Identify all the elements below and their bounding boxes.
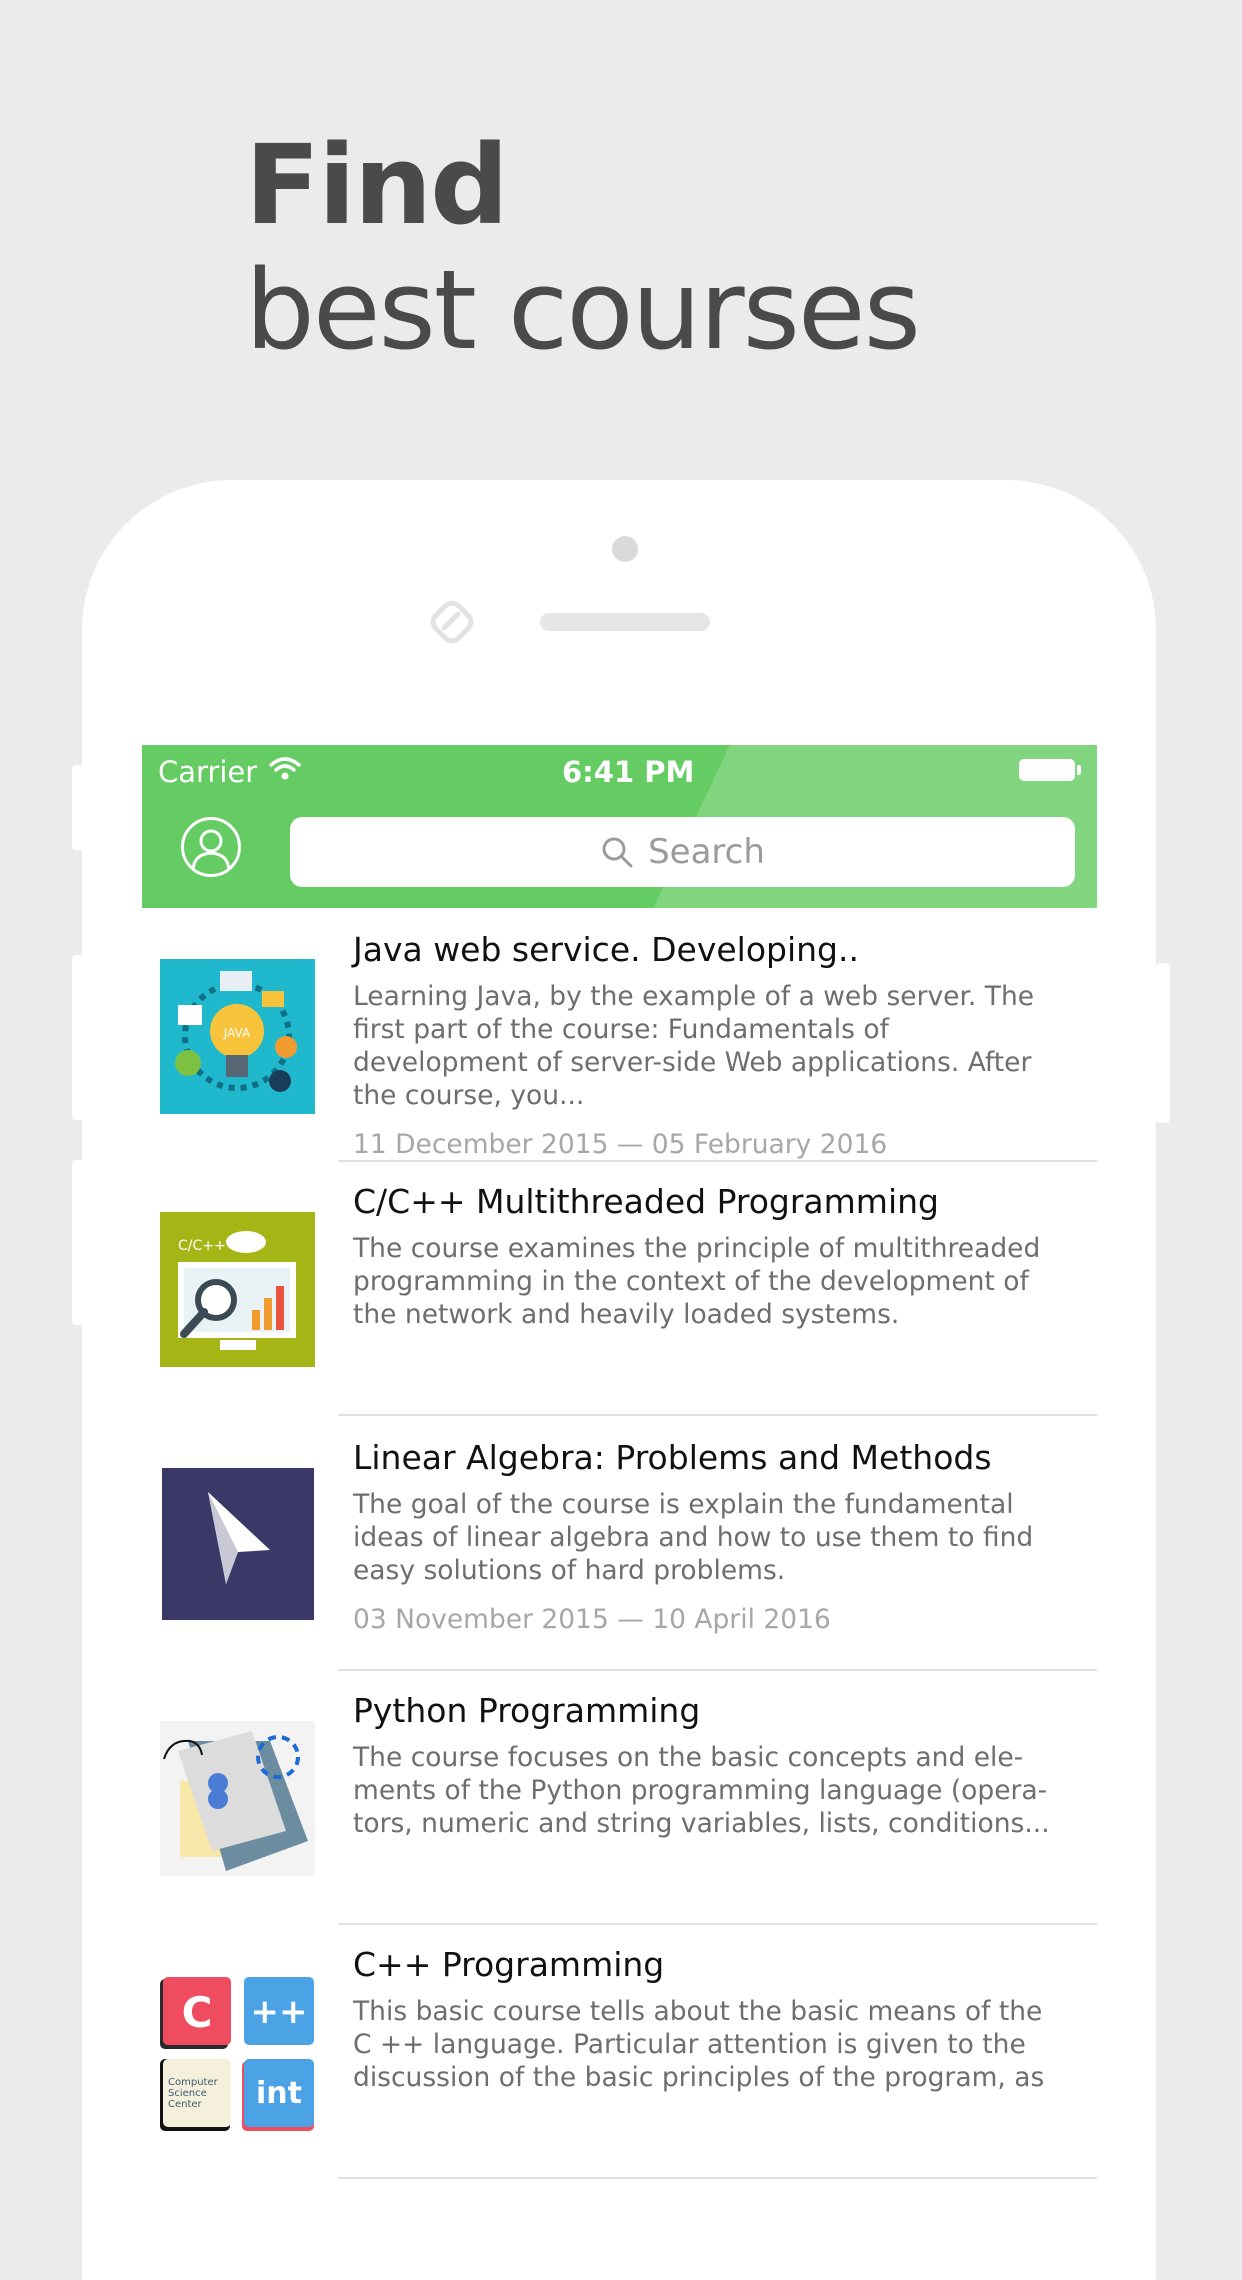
page-headline: Find best courses [245,120,921,374]
course-row-cpp[interactable]: C ++ Computer Science Center int C++ Pro… [142,1925,1097,2179]
volume-down-button [72,1160,86,1325]
search-icon [602,837,633,868]
mute-switch [72,765,86,850]
course-description: The course examines the principle of mul… [353,1233,1041,1330]
svg-text:JAVA: JAVA [223,1026,251,1040]
course-title: Python Programming [353,1691,701,1730]
svg-text:C/C++: C/C++ [178,1238,226,1254]
svg-text:int: int [256,2076,302,2111]
battery-icon [1019,759,1075,781]
course-list: JAVA Java web service. Developing.. Lear… [142,908,1097,2179]
svg-text:Science: Science [168,2088,207,2099]
course-row-cpp-multithreaded[interactable]: C/C++ C/C++ Multithreaded Programming Th… [142,1162,1097,1416]
user-icon [191,829,231,871]
earpiece-speaker [540,613,710,631]
svg-text:++: ++ [251,1992,308,2032]
course-title: C++ Programming [353,1945,665,1984]
nav-bar: Carrier 6:41 PM Search [142,745,1097,908]
cpp-monitor-chart-icon: C/C++ [160,1212,315,1367]
wifi-icon [269,757,301,780]
course-title: Java web service. Developing.. [353,930,859,969]
course-description: Learning Java, by the example of a web s… [353,981,1035,1111]
app-logo-icon [430,600,474,644]
headline-line-2: best courses [245,246,921,374]
course-description: This basic course tells about the basic … [353,1996,1045,2093]
profile-avatar-button[interactable] [181,817,241,877]
app-screen: Carrier 6:41 PM Search JAVA Java web ser… [142,745,1097,2208]
carrier-label: Carrier [158,755,258,789]
search-field[interactable]: Search [290,817,1075,887]
python-notebook-icon [160,1721,315,1876]
course-row-python[interactable]: Python Programming The course focuses on… [142,1671,1097,1925]
java-lightbulb-icon: JAVA [160,959,315,1114]
headline-line-1: Find [245,121,509,249]
course-description: The goal of the course is explain the fu… [353,1489,1034,1586]
course-title: C/C++ Multithreaded Programming [353,1182,939,1221]
course-row-java[interactable]: JAVA Java web service. Developing.. Lear… [142,908,1097,1162]
course-row-linear-algebra[interactable]: Linear Algebra: Problems and Methods The… [142,1416,1097,1671]
course-title: Linear Algebra: Problems and Methods [353,1438,992,1477]
svg-text:Computer: Computer [168,2077,219,2088]
cpp-tiles-icon: C ++ Computer Science Center int [160,1977,315,2132]
course-description: The course focuses on the basic concepts… [353,1742,1050,1839]
front-camera [612,536,638,562]
course-dates: 11 December 2015 — 05 February 2016 [353,1129,888,1160]
svg-text:C: C [182,1988,213,2037]
volume-up-button [72,955,86,1120]
status-time: 6:41 PM [562,755,695,789]
status-bar: Carrier 6:41 PM [142,745,1097,797]
row-divider [338,2177,1097,2179]
svg-text:Center: Center [168,2099,203,2110]
course-dates: 03 November 2015 — 10 April 2016 [353,1604,831,1635]
paper-plane-icon [162,1468,314,1620]
search-placeholder: Search [648,832,765,872]
power-button [1156,963,1170,1123]
